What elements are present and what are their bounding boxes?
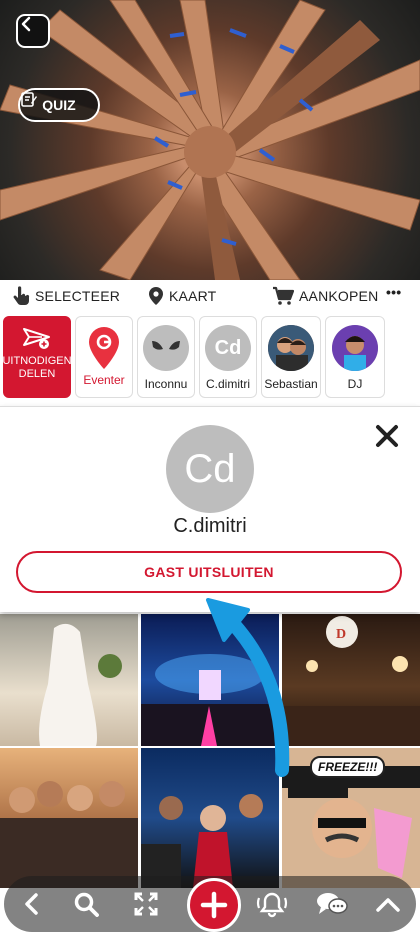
alien-avatar — [143, 325, 189, 371]
select-label: SELECTEER — [35, 288, 121, 304]
exclude-guest-label: GAST UITSLUITEN — [144, 564, 274, 580]
chat-bubbles-icon — [317, 893, 348, 914]
guest-strip: UITNODIGEN DELEN Eventer Inconnu Cd C.di… — [0, 316, 420, 400]
chevron-left-icon — [21, 16, 31, 32]
sebastian-photo — [268, 325, 314, 371]
buy-button[interactable]: AANKOPEN — [272, 286, 378, 306]
close-button[interactable] — [374, 423, 400, 449]
more-button[interactable]: ••• — [386, 284, 401, 300]
eventer-pin-icon — [89, 327, 119, 369]
quiz-button[interactable]: QUIZ — [18, 88, 100, 122]
invite-share-card[interactable]: UITNODIGEN DELEN — [2, 316, 72, 398]
cart-icon — [273, 286, 294, 305]
nav-fullscreen-button[interactable] — [128, 886, 164, 922]
photo-tile-bride[interactable] — [0, 614, 138, 746]
cdimitri-avatar: Cd — [205, 325, 251, 371]
invite-label-line1: UITNODIGEN — [2, 355, 72, 367]
eventer-label: Eventer — [83, 373, 125, 387]
guest-card-dj[interactable]: DJ — [325, 316, 385, 398]
search-icon — [74, 892, 99, 917]
profile-avatar: Cd — [166, 425, 254, 513]
nav-notifications-button[interactable] — [254, 886, 290, 922]
nav-scroll-top-button[interactable] — [370, 886, 406, 922]
cdimitri-label: C.dimitri — [206, 377, 250, 391]
buy-label: AANKOPEN — [299, 288, 379, 304]
pointer-arrow-annotation — [206, 598, 290, 777]
profile-initials: Cd — [184, 446, 236, 491]
guest-card-cdimitri[interactable]: Cd C.dimitri — [199, 316, 257, 398]
friends-photo — [0, 781, 138, 888]
guest-card-eventer[interactable]: Eventer — [75, 316, 133, 398]
edit-note-icon — [21, 92, 37, 107]
send-plane-icon — [23, 328, 50, 349]
map-button[interactable]: KAART — [148, 286, 216, 306]
action-toolbar: SELECTEER KAART AANKOPEN ••• — [0, 282, 420, 312]
guest-card-inconnu[interactable]: Inconnu — [137, 316, 195, 398]
invite-label-line2: DELEN — [18, 368, 56, 380]
map-pin-icon — [149, 287, 163, 305]
bottom-navigation — [4, 876, 416, 932]
close-icon — [376, 425, 398, 447]
freeze-speech-bubble: FREEZE!!! — [310, 756, 386, 778]
dj-photo — [332, 325, 378, 371]
map-label: KAART — [169, 288, 217, 304]
add-button[interactable] — [187, 878, 241, 932]
bride-photo — [39, 623, 122, 746]
svg-text:D: D — [336, 627, 346, 642]
cdimitri-initials: Cd — [214, 336, 242, 359]
dj-label: DJ — [347, 377, 363, 391]
plus-icon — [200, 891, 228, 919]
profile-name: C.dimitri — [173, 515, 247, 537]
photo-tile-friends[interactable] — [0, 748, 138, 888]
bell-icon — [256, 892, 288, 918]
exclude-guest-button[interactable]: GAST UITSLUITEN — [16, 551, 402, 593]
sebastian-avatar — [268, 325, 314, 371]
guest-profile-panel: Cd C.dimitri GAST UITSLUITEN — [0, 406, 420, 612]
more-icon: ••• — [386, 284, 402, 300]
inconnu-label: Inconnu — [144, 377, 188, 391]
sebastian-label: Sebastian — [264, 377, 318, 391]
hands-together-illustration — [0, 0, 420, 280]
hero-photo: QUIZ — [0, 0, 420, 280]
nav-search-button[interactable] — [68, 886, 104, 922]
expand-icon — [134, 892, 158, 916]
chevron-left-icon — [25, 893, 38, 915]
dj-avatar — [332, 325, 378, 371]
pointer-hand-icon — [13, 286, 30, 305]
nav-chat-button[interactable] — [314, 886, 350, 922]
quiz-label: QUIZ — [42, 97, 76, 113]
select-button[interactable]: SELECTEER — [12, 286, 120, 306]
alien-icon — [152, 341, 180, 350]
nav-back-button[interactable] — [14, 886, 50, 922]
chevron-up-icon — [376, 898, 400, 912]
back-button[interactable] — [16, 14, 50, 48]
guest-card-sebastian[interactable]: Sebastian — [261, 316, 321, 398]
